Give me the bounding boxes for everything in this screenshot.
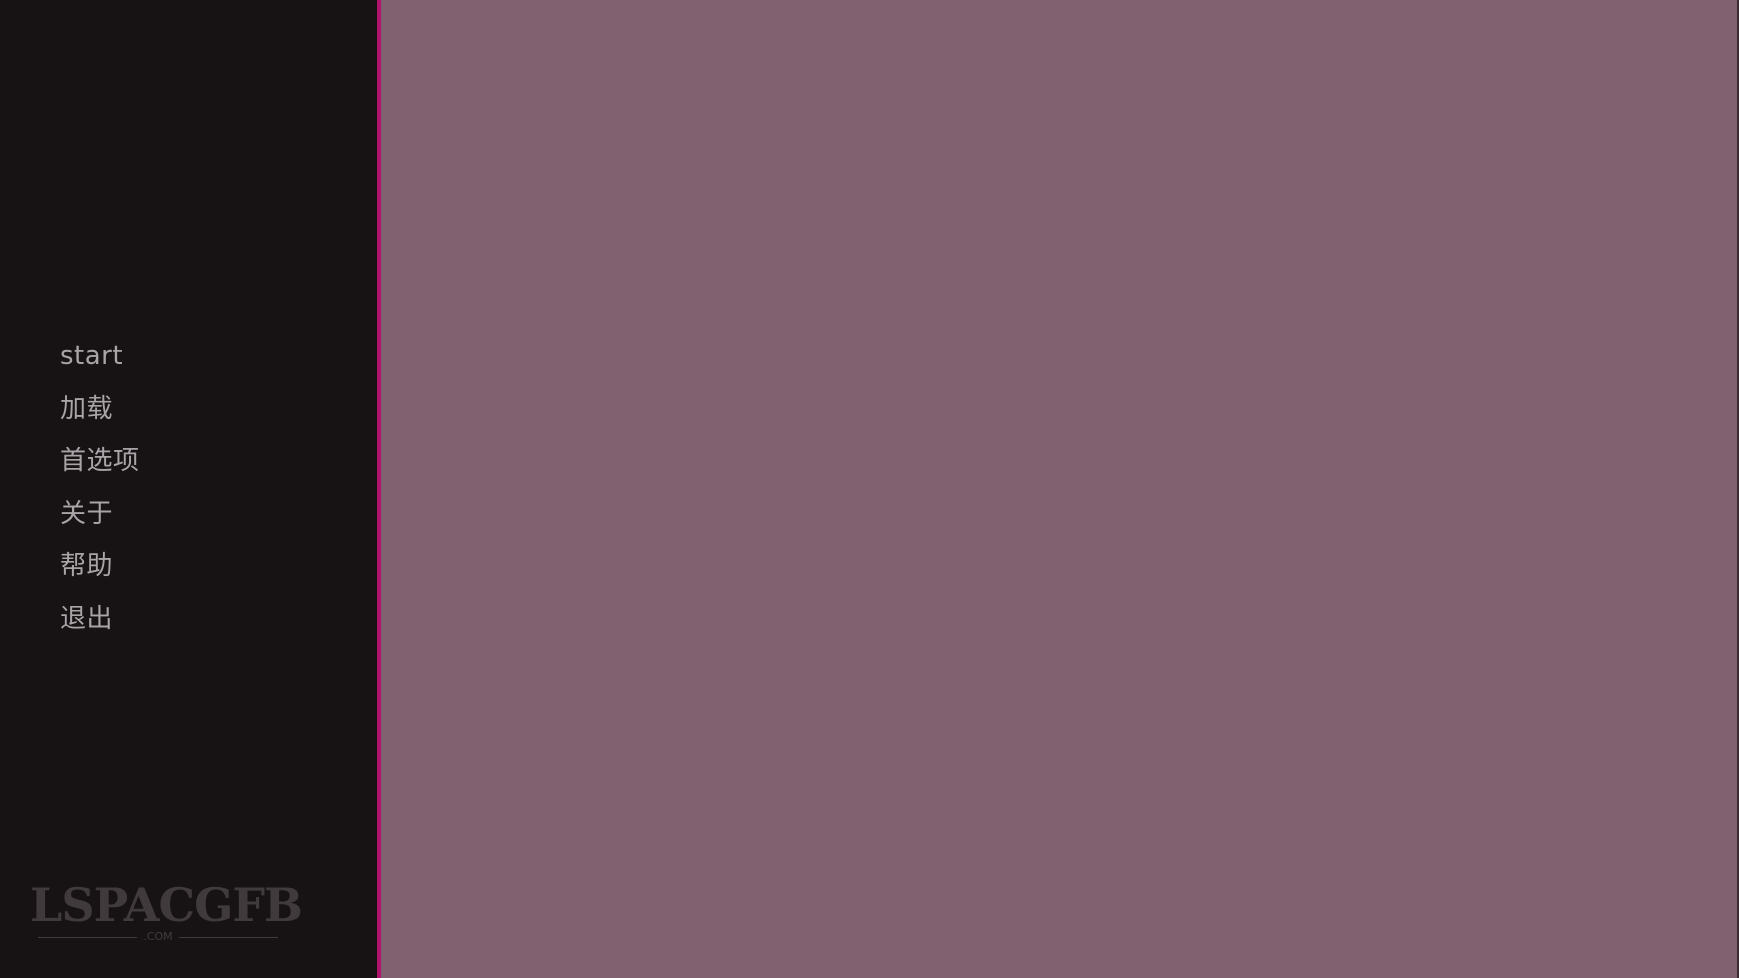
load-button[interactable]: 加载 xyxy=(60,389,320,442)
help-button[interactable]: 帮助 xyxy=(60,546,320,599)
main-background-panel xyxy=(381,0,1739,978)
game-main-menu-screen: start 加载 首选项 关于 帮助 退出 LSPACGFB .COM xyxy=(0,0,1739,978)
about-button[interactable]: 关于 xyxy=(60,494,320,547)
watermark-line-left xyxy=(38,936,138,938)
watermark-domain-row: .COM xyxy=(30,930,279,944)
preferences-button[interactable]: 首选项 xyxy=(60,441,320,494)
watermark-text: LSPACGFB xyxy=(30,878,303,932)
main-menu-sidebar: start 加载 首选项 关于 帮助 退出 LSPACGFB .COM xyxy=(0,0,377,978)
main-menu-navigation: start 加载 首选项 关于 帮助 退出 xyxy=(60,336,320,651)
watermark-subtext: .COM xyxy=(143,930,173,943)
start-button[interactable]: start xyxy=(60,336,320,389)
site-watermark: LSPACGFB .COM xyxy=(30,878,303,950)
watermark-line-right xyxy=(178,936,279,938)
quit-button[interactable]: 退出 xyxy=(60,599,320,652)
